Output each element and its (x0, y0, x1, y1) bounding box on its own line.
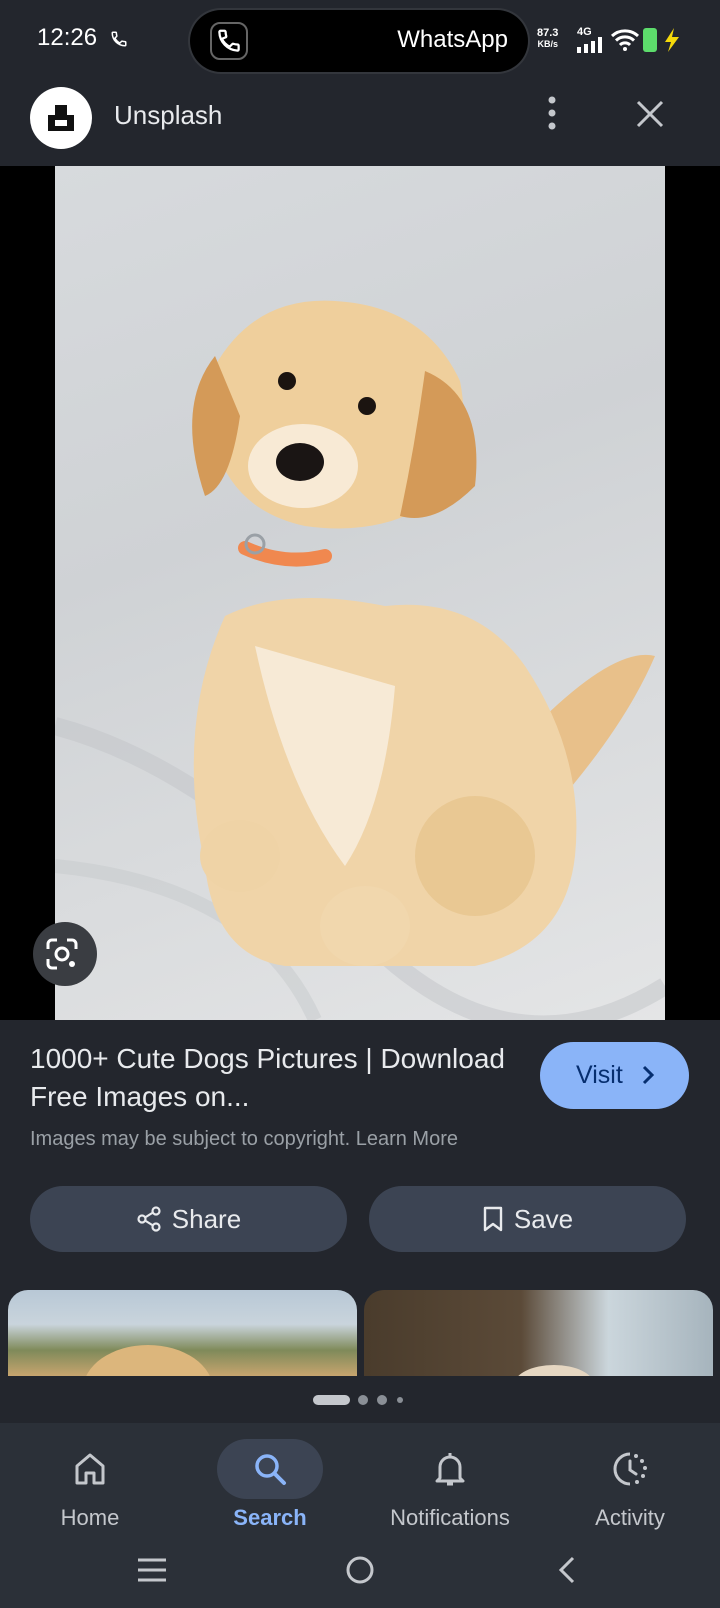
page-dot (397, 1397, 403, 1403)
ongoing-call-pill[interactable]: WhatsApp (190, 10, 528, 72)
page-dot (358, 1395, 368, 1405)
more-options-icon[interactable] (548, 96, 556, 130)
nav-notifications[interactable]: Notifications (360, 1423, 540, 1533)
activity-icon (613, 1452, 647, 1486)
share-icon (137, 1206, 161, 1232)
visit-label: Visit (576, 1061, 623, 1089)
bookmark-icon (483, 1206, 503, 1232)
nav-activity-label: Activity (595, 1505, 665, 1530)
nav-search-label: Search (233, 1505, 307, 1530)
share-label: Share (171, 1204, 242, 1234)
page-dot-active (313, 1395, 350, 1405)
page-dot (377, 1395, 387, 1405)
recent-apps-icon[interactable] (137, 1558, 167, 1582)
lens-search-button[interactable] (33, 922, 97, 986)
unsplash-logo[interactable] (30, 87, 92, 149)
viewer-header: Unsplash (0, 82, 720, 166)
speed-unit: KB/s (537, 39, 558, 49)
signal-icon (577, 37, 602, 53)
save-button[interactable]: Save (369, 1186, 686, 1252)
back-icon[interactable] (557, 1555, 577, 1585)
site-name[interactable]: Unsplash (114, 100, 222, 131)
related-image-thumbnail[interactable] (8, 1290, 357, 1376)
charging-icon (665, 28, 679, 52)
call-app-label: WhatsApp (397, 26, 508, 53)
save-label: Save (513, 1204, 574, 1234)
share-button[interactable]: Share (30, 1186, 347, 1252)
chevron-right-icon (642, 1065, 655, 1085)
related-image-thumbnail[interactable] (364, 1290, 713, 1376)
google-lens-icon (46, 938, 78, 970)
battery-icon (643, 28, 657, 52)
page-indicator (0, 1393, 720, 1407)
whatsapp-call-icon (210, 22, 248, 60)
result-title[interactable]: 1000+ Cute Dogs Pictures | Download Free… (30, 1040, 510, 1116)
system-navigation-bar (0, 1545, 720, 1595)
visit-button[interactable]: Visit (540, 1042, 689, 1109)
image-preview[interactable] (0, 166, 720, 1020)
nav-home[interactable]: Home (0, 1423, 180, 1533)
nav-notifications-label: Notifications (390, 1505, 510, 1530)
search-icon (255, 1454, 286, 1485)
dog-photo[interactable] (55, 166, 665, 1020)
nav-home-label: Home (60, 1505, 120, 1530)
status-bar: 12:26 WhatsApp 87.3 KB/s 4G (0, 0, 720, 82)
copyright-note[interactable]: Images may be subject to copyright. Lear… (30, 1128, 458, 1151)
home-button-icon[interactable] (345, 1555, 375, 1585)
home-icon (75, 1453, 105, 1485)
bell-icon (435, 1453, 465, 1486)
clock: 12:26 (37, 24, 98, 51)
nav-activity[interactable]: Activity (540, 1423, 720, 1533)
nav-search[interactable]: Search (180, 1423, 360, 1533)
phone-call-icon (111, 31, 127, 47)
network-speed: 87.3 KB/s (537, 28, 558, 50)
speed-value: 87.3 (537, 27, 559, 39)
close-icon[interactable] (636, 100, 664, 128)
wifi-icon (610, 29, 640, 51)
